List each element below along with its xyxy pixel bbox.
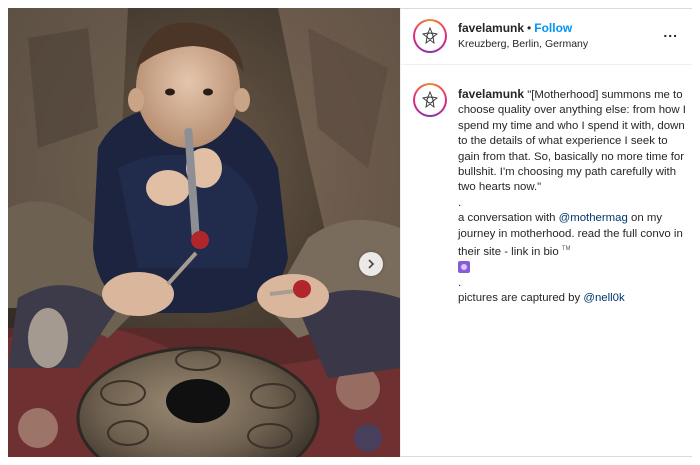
chevron-right-icon <box>368 259 375 269</box>
mention-nell0k[interactable]: @nell0k <box>583 292 624 304</box>
follow-button[interactable]: Follow <box>534 21 572 35</box>
caption-dot-2: . <box>458 276 462 289</box>
mandala-logo-icon <box>421 26 439 45</box>
caption-text: favelamunk "[Motherhood] summons me to c… <box>458 87 686 306</box>
caption-username[interactable]: favelamunk <box>458 87 524 101</box>
caption-dot-1: . <box>458 196 462 209</box>
username-link[interactable]: favelamunk <box>458 21 524 35</box>
location-link[interactable]: Kreuzberg, Berlin, Germany <box>458 38 588 50</box>
photo-illustration <box>8 8 400 457</box>
caption-line2-pre: a conversation with <box>458 212 559 225</box>
tm-mark: TM <box>561 246 571 253</box>
caption-line3-pre: pictures are captured by <box>458 292 584 305</box>
caption-avatar-inner <box>415 85 445 115</box>
header-line: favelamunk • Follow <box>458 21 572 35</box>
caption-avatar[interactable] <box>413 83 447 117</box>
avatar[interactable] <box>413 19 447 53</box>
post-side-panel: favelamunk • Follow Kreuzberg, Berlin, Ger… <box>400 9 692 456</box>
post-header: favelamunk • Follow Kreuzberg, Berlin, Ger… <box>401 9 692 65</box>
avatar-inner <box>415 21 445 51</box>
mention-mothermag[interactable]: @mothermag <box>559 212 628 224</box>
caption-quote: "[Motherhood] summons me to choose quali… <box>458 89 686 194</box>
purple-circle-emoji-icon <box>458 261 470 274</box>
post-photo[interactable] <box>8 8 400 457</box>
next-photo-button[interactable] <box>359 252 383 276</box>
separator-dot: • <box>527 21 532 35</box>
mandala-logo-icon <box>421 90 439 109</box>
more-options-icon[interactable]: ... <box>663 25 678 39</box>
